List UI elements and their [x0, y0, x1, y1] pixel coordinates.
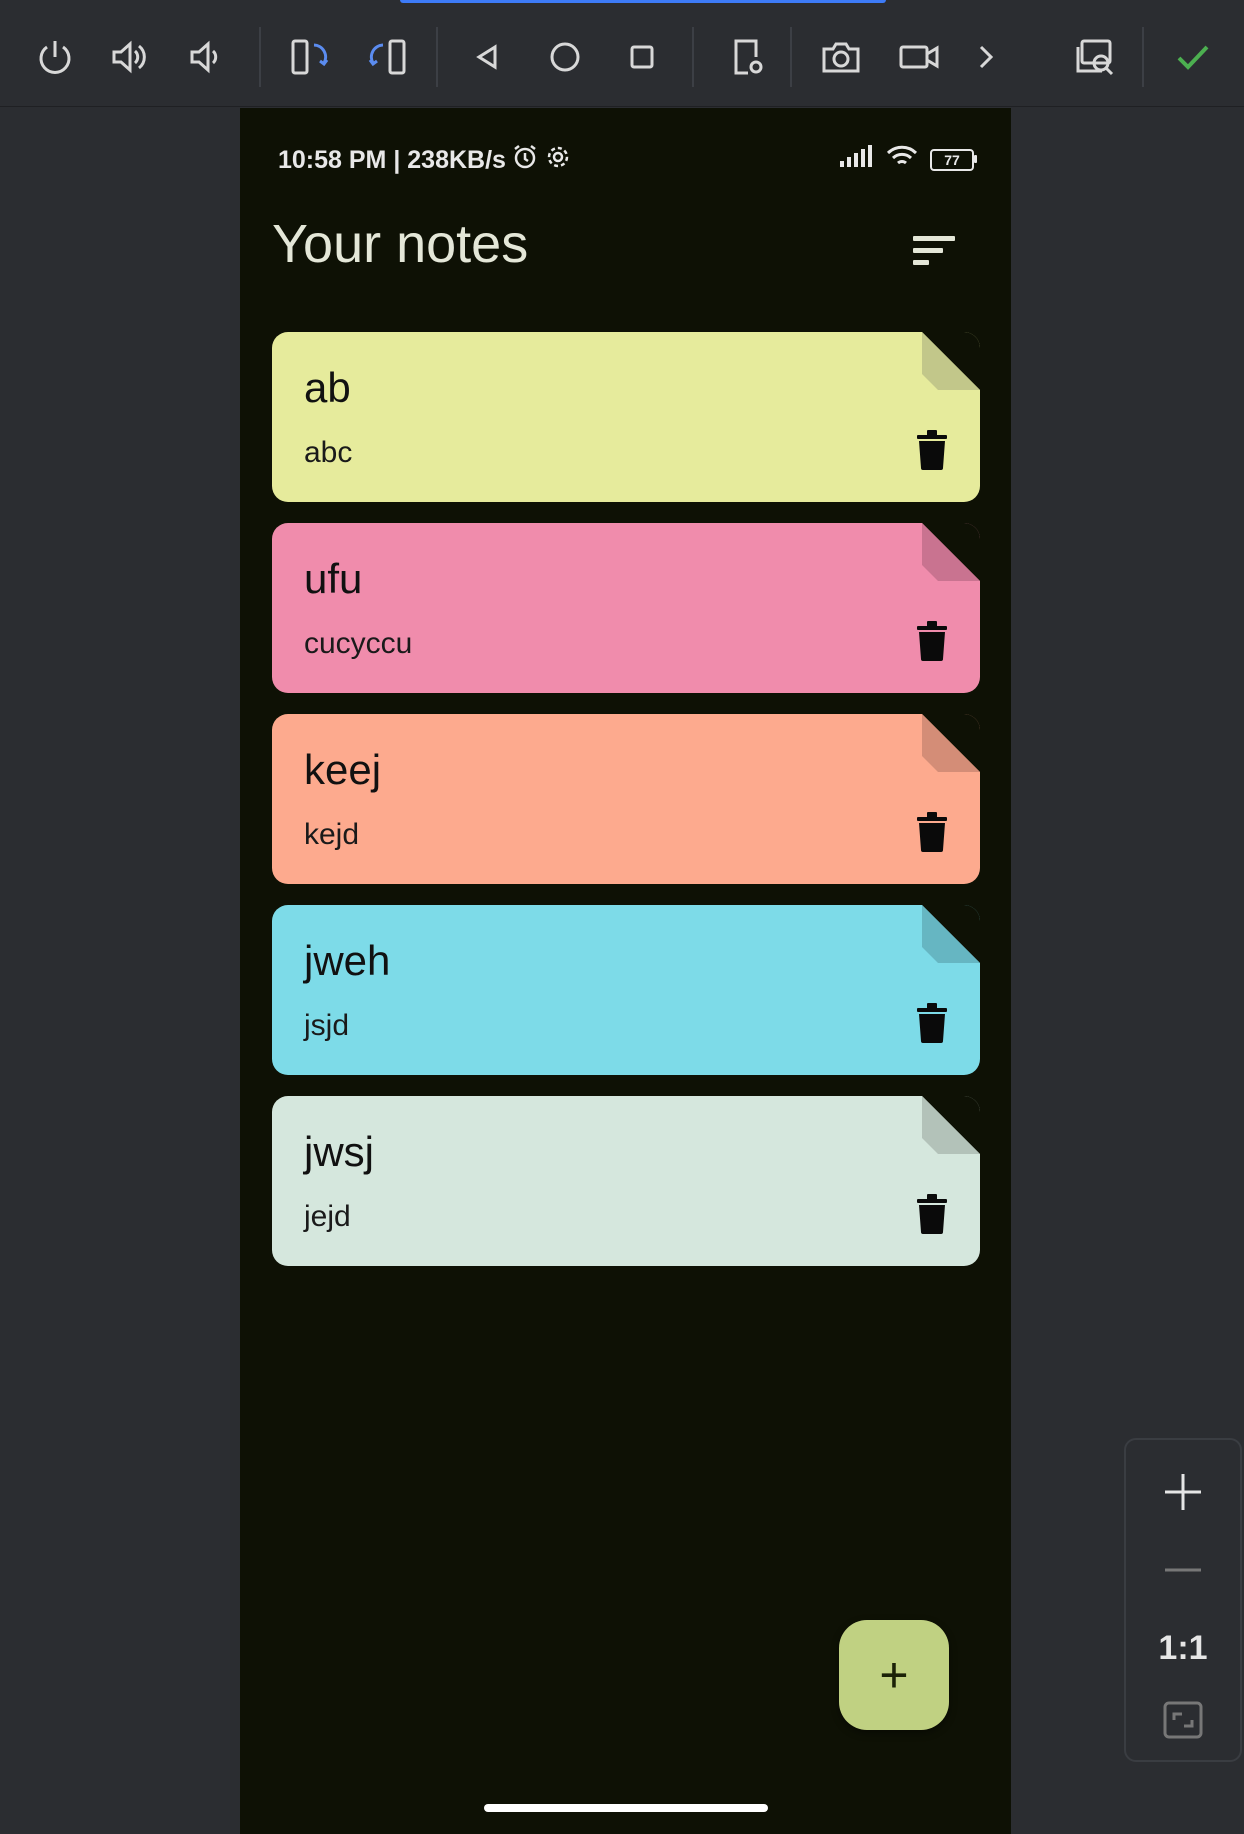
device-screen: 10:58 PM | 238KB/s 77 Your notes ab abc uf… — [240, 108, 1011, 1834]
note-title: jweh — [304, 937, 391, 984]
wifi-icon — [886, 144, 918, 175]
status-bar: 10:58 PM | 238KB/s 77 — [278, 140, 978, 180]
delete-icon[interactable] — [912, 1192, 952, 1236]
zoom-in-icon[interactable] — [1126, 1462, 1240, 1522]
page-fold-corner — [922, 714, 980, 772]
delete-icon[interactable] — [912, 810, 952, 854]
zoom-out-icon[interactable] — [1126, 1540, 1240, 1600]
emulator-toolbar — [0, 3, 1244, 107]
delete-icon[interactable] — [912, 1001, 952, 1045]
note-content: cucyccu — [304, 627, 413, 660]
alarm-icon — [512, 144, 538, 177]
note-title: jwsj — [304, 1128, 374, 1175]
toolbar-divider — [692, 27, 694, 87]
note-content: kejd — [304, 818, 360, 851]
note-title: keej — [304, 746, 382, 793]
toolbar-divider — [436, 27, 438, 87]
page-fold-corner — [922, 523, 980, 581]
page-title: Your notes — [272, 214, 529, 274]
screenshot-icon[interactable] — [811, 27, 871, 87]
settings-gear-icon — [546, 145, 570, 176]
page-fold-corner — [922, 1096, 980, 1154]
toolbar-divider — [790, 27, 792, 87]
zoom-inspect-icon[interactable] — [1064, 27, 1124, 87]
volume-down-icon[interactable] — [176, 27, 236, 87]
page-fold-corner — [922, 332, 980, 390]
note-title: ab — [304, 364, 351, 411]
home-icon[interactable] — [535, 27, 595, 87]
note-card[interactable]: ufu cucyccu — [272, 523, 980, 693]
zoom-controls: 1:1 — [1124, 1438, 1242, 1762]
signal-icon — [840, 145, 874, 174]
note-card[interactable]: jweh jsjd — [272, 905, 980, 1075]
delete-icon[interactable] — [912, 619, 952, 663]
device-settings-icon[interactable] — [716, 27, 776, 87]
back-icon[interactable] — [457, 27, 517, 87]
status-time: 10:58 PM | 238KB/s — [278, 145, 506, 174]
note-card[interactable]: jwsj jejd — [272, 1096, 980, 1266]
toolbar-divider — [259, 27, 261, 87]
note-card[interactable]: keej kejd — [272, 714, 980, 884]
volume-up-icon[interactable] — [100, 27, 160, 87]
rotate-right-icon[interactable] — [358, 27, 418, 87]
delete-icon[interactable] — [912, 428, 952, 472]
battery-icon: 77 — [930, 148, 978, 171]
note-card[interactable]: ab abc — [272, 332, 980, 502]
add-note-button[interactable]: + — [839, 1620, 949, 1730]
notes-list: ab abc ufu cucyccu keej kejd jweh jsjd jwsj jejd — [272, 332, 980, 1287]
power-icon[interactable] — [25, 27, 85, 87]
overview-icon[interactable] — [612, 27, 672, 87]
more-icon[interactable] — [955, 27, 1015, 87]
toolbar-divider — [1142, 27, 1144, 87]
page-fold-corner — [922, 905, 980, 963]
note-content: jejd — [304, 1200, 351, 1233]
screen-record-icon[interactable] — [889, 27, 949, 87]
add-icon: + — [879, 1647, 909, 1703]
fit-screen-icon[interactable] — [1126, 1690, 1240, 1750]
sort-icon[interactable] — [905, 220, 965, 280]
note-title: ufu — [304, 555, 363, 602]
note-content: jsjd — [304, 1009, 350, 1042]
gesture-home-bar[interactable] — [484, 1804, 768, 1812]
rotate-left-icon[interactable] — [279, 27, 339, 87]
zoom-ratio-button[interactable]: 1:1 — [1126, 1618, 1240, 1678]
battery-level: 77 — [944, 151, 960, 168]
check-icon[interactable] — [1163, 27, 1223, 87]
note-content: abc — [304, 436, 353, 469]
